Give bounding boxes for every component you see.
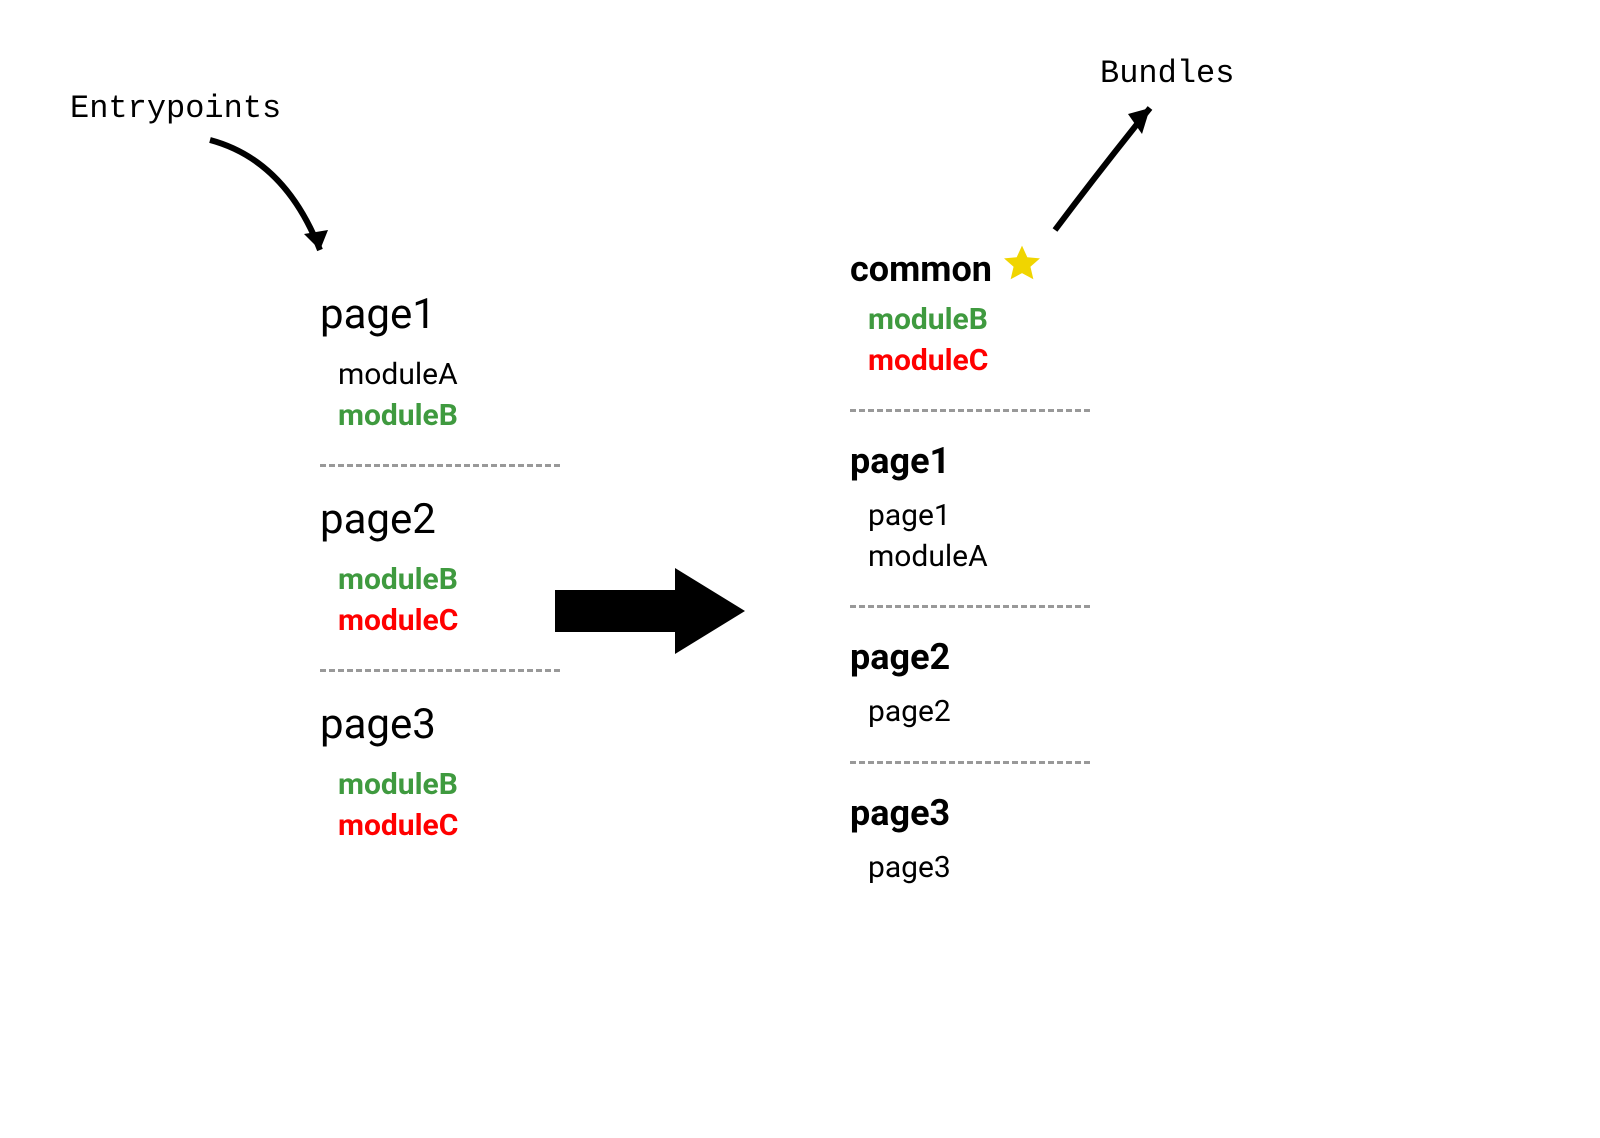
entrypoint-group: page2 moduleB moduleC [320,495,560,641]
module-item: moduleB [868,300,1090,341]
module-item: moduleC [338,806,560,847]
module-list: moduleB moduleC [850,300,1090,381]
module-list: moduleB moduleC [320,560,560,641]
star-icon [1000,242,1044,290]
module-list: page1 moduleA [850,496,1090,577]
entrypoint-title: page1 [320,290,560,339]
bundle-title: page1 [850,440,1090,482]
module-item: page1 [868,496,1090,537]
module-item: moduleC [868,341,1090,382]
module-item: moduleB [338,560,560,601]
entrypoint-group: page1 moduleA moduleB [320,290,560,436]
module-item: page2 [868,692,1090,733]
divider [850,409,1090,412]
bundles-arrow-icon [1040,90,1180,240]
bundle-title: page2 [850,636,1090,678]
divider [850,761,1090,764]
module-item: moduleA [868,537,1090,578]
bundle-title: page3 [850,792,1090,834]
divider [320,464,560,467]
bundles-column: common moduleB moduleC page1 page1 modul… [850,248,1090,888]
transform-arrow-icon [555,568,745,654]
module-item: moduleB [338,396,560,437]
entrypoints-arrow-icon [190,130,370,290]
bundle-group: page1 page1 moduleA [850,440,1090,577]
bundle-group: page3 page3 [850,792,1090,889]
module-list: page3 [850,848,1090,889]
entrypoints-column: page1 moduleA moduleB page2 moduleB modu… [320,290,560,846]
entrypoints-label: Entrypoints [70,90,281,127]
bundles-label: Bundles [1100,55,1234,92]
entrypoint-title: page3 [320,700,560,749]
bundle-title: common [850,248,992,290]
module-list: page2 [850,692,1090,733]
entrypoint-group: page3 moduleB moduleC [320,700,560,846]
module-list: moduleA moduleB [320,355,560,436]
module-item: moduleA [338,355,560,396]
divider [320,669,560,672]
module-list: moduleB moduleC [320,765,560,846]
bundle-group: common moduleB moduleC [850,248,1090,381]
divider [850,605,1090,608]
entrypoint-title: page2 [320,495,560,544]
module-item: moduleC [338,601,560,642]
module-item: moduleB [338,765,560,806]
module-item: page3 [868,848,1090,889]
bundle-group: page2 page2 [850,636,1090,733]
